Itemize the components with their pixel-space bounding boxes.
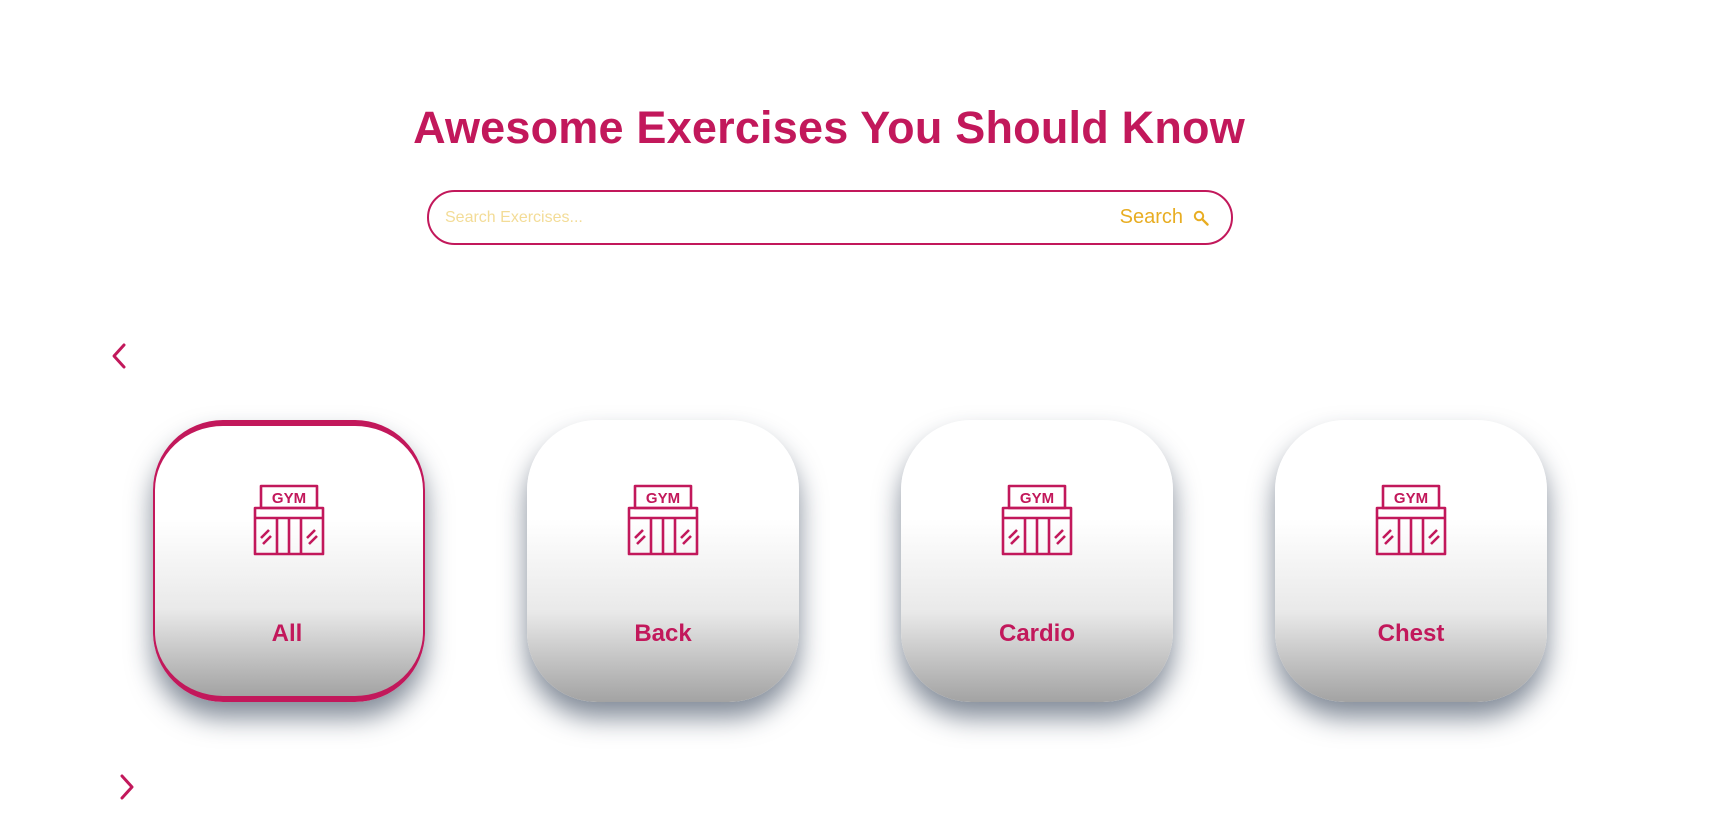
svg-text:GYM: GYM bbox=[1394, 490, 1428, 507]
carousel-prev-button[interactable] bbox=[104, 341, 134, 371]
category-card-cardio[interactable]: GYM Cardio bbox=[901, 420, 1173, 702]
gym-icon: GYM bbox=[253, 484, 325, 556]
page-title: Awesome Exercises You Should Know bbox=[413, 102, 1245, 153]
gym-icon: GYM bbox=[1001, 484, 1073, 556]
category-label: Chest bbox=[1377, 620, 1445, 647]
exercises-page: Awesome Exercises You Should Know Search bbox=[0, 0, 1728, 837]
svg-text:GYM: GYM bbox=[646, 490, 680, 507]
category-label: Back bbox=[634, 620, 692, 647]
search-button[interactable]: Search bbox=[1120, 206, 1209, 229]
search-input[interactable] bbox=[443, 207, 1120, 228]
gym-icon: GYM bbox=[1375, 484, 1447, 556]
category-label: Cardio bbox=[998, 620, 1075, 647]
svg-text:GYM: GYM bbox=[1020, 490, 1054, 507]
search-button-label: Search bbox=[1119, 206, 1183, 228]
category-label: All bbox=[271, 620, 303, 647]
category-carousel: GYM All GYM Back GYM Cardio GYM Chest bbox=[153, 420, 1553, 730]
svg-text:GYM: GYM bbox=[272, 490, 306, 507]
gym-icon: GYM bbox=[627, 484, 699, 556]
chevron-left-icon bbox=[112, 343, 126, 369]
search-bar: Search bbox=[427, 190, 1233, 245]
carousel-next-button[interactable] bbox=[112, 772, 142, 802]
category-card-all[interactable]: GYM All bbox=[153, 420, 425, 702]
category-card-back[interactable]: GYM Back bbox=[527, 420, 799, 702]
chevron-right-icon bbox=[120, 774, 134, 800]
search-icon bbox=[1193, 210, 1209, 226]
category-card-chest[interactable]: GYM Chest bbox=[1275, 420, 1547, 702]
